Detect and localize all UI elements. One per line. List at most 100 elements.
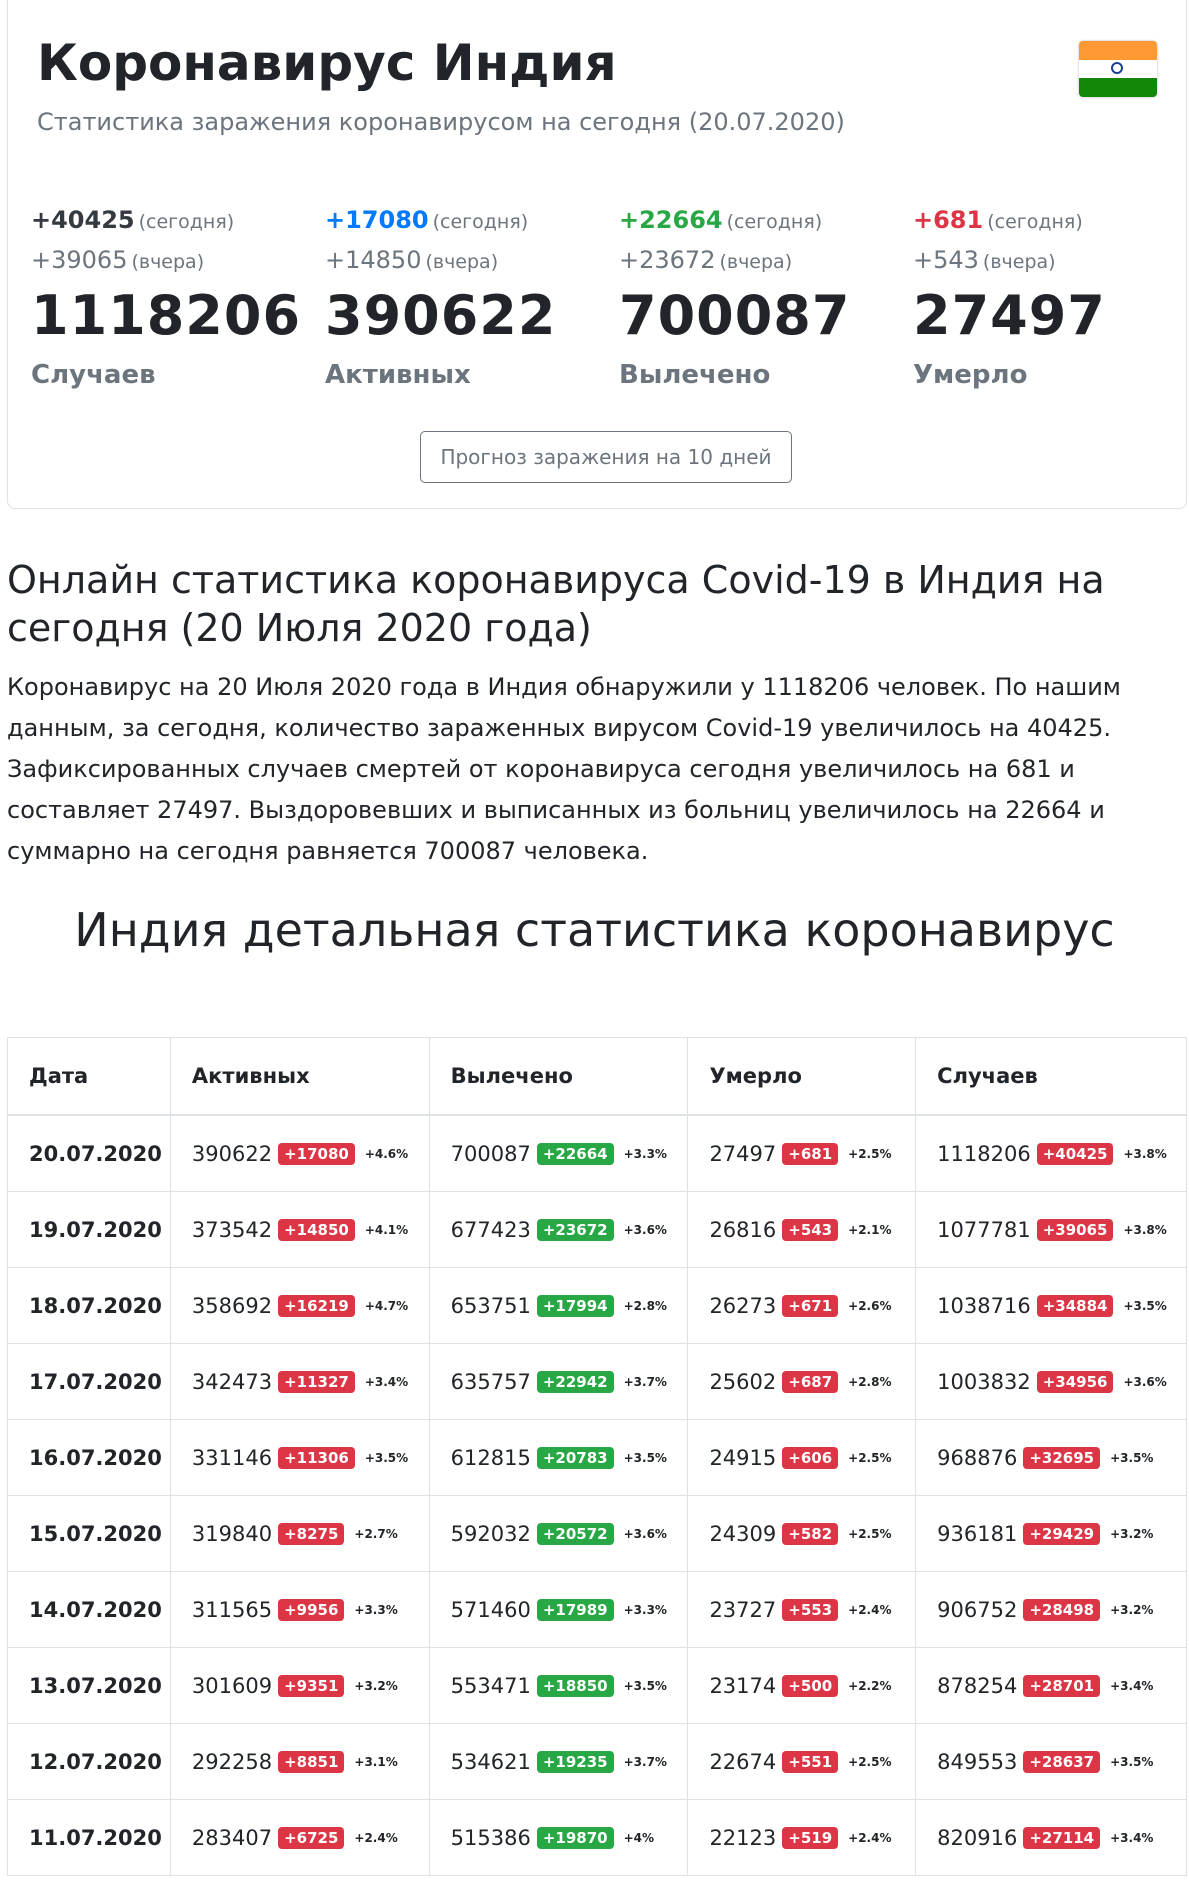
delta-badge: +20572 xyxy=(536,1523,614,1545)
article-text: Коронавирус на 20 Июля 2020 года в Индия… xyxy=(7,673,1121,865)
delta-badge: +681 xyxy=(782,1143,839,1165)
cell-value: 26273 xyxy=(709,1294,777,1318)
cell-value: 23174 xyxy=(709,1674,777,1698)
cell-value: 635757 xyxy=(450,1370,531,1394)
delta-badge: +687 xyxy=(782,1371,839,1393)
percent-change: +3.5% xyxy=(364,1451,409,1465)
cell-value: 515386 xyxy=(450,1826,531,1850)
stats-table: Дата Активных Вылечено Умерло Случаев 20… xyxy=(7,1037,1187,1876)
cell-recovered: 571460 +17989 +3.3% xyxy=(428,1571,689,1648)
cell-cases: 906752 +28498 +3.2% xyxy=(915,1571,1187,1648)
cell-value: 700087 xyxy=(450,1142,531,1166)
cell-value: 342473 xyxy=(191,1370,273,1394)
percent-change: +3.3% xyxy=(623,1147,667,1161)
cell-value: 592032 xyxy=(450,1522,531,1546)
percent-change: +3.5% xyxy=(1110,1755,1154,1769)
cell-deaths: 26816 +543 +2.1% xyxy=(687,1191,917,1268)
cell-active: 283407 +6725 +2.4% xyxy=(169,1799,430,1876)
delta-badge: +6725 xyxy=(278,1827,345,1849)
cell-cases: 1077781 +39065 +3.8% xyxy=(915,1191,1187,1268)
delta-badge: +671 xyxy=(782,1295,839,1317)
delta-badge: +11306 xyxy=(278,1447,355,1469)
cell-value: 677423 xyxy=(450,1218,531,1242)
cell-recovered: 515386 +19870 +4% xyxy=(428,1799,689,1876)
column-header-active: Активных xyxy=(169,1037,430,1116)
percent-change: +3.5% xyxy=(623,1679,667,1693)
cell-cases: 849553 +28637 +3.5% xyxy=(915,1723,1187,1800)
percent-change: +4.6% xyxy=(364,1147,409,1161)
percent-change: +2.6% xyxy=(848,1299,892,1313)
cell-deaths: 25602 +687 +2.8% xyxy=(687,1343,917,1420)
page-title: Коронавирус Индия xyxy=(37,34,617,92)
delta-badge: +17080 xyxy=(278,1143,355,1165)
percent-change: +4% xyxy=(623,1831,655,1845)
cell-cases: 820916 +27114 +3.4% xyxy=(915,1799,1187,1876)
cell-deaths: 22674 +551 +2.5% xyxy=(687,1723,917,1800)
delta-badge: +9351 xyxy=(278,1675,345,1697)
delta-badge: +23672 xyxy=(536,1219,614,1241)
cell-active: 292258 +8851 +3.1% xyxy=(169,1723,430,1800)
cell-recovered: 700087 +22664 +3.3% xyxy=(428,1114,689,1192)
stat-total: 700087 xyxy=(619,284,851,347)
cell-active: 331146 +11306 +3.5% xyxy=(169,1419,430,1496)
cell-active: 342473 +11327 +3.4% xyxy=(169,1343,430,1420)
cell-deaths: 27497 +681 +2.5% xyxy=(687,1114,917,1192)
cell-active: 373542 +14850 +4.1% xyxy=(169,1191,430,1268)
stat-today: +40425 (сегодня) xyxy=(31,206,235,234)
cell-value: 358692 xyxy=(191,1294,273,1318)
table-row: 13.07.2020 301609 +9351 +3.2% 553471 +18850 +3… xyxy=(7,1647,1187,1724)
table-row: 12.07.2020 292258 +8851 +3.1% 534621 +19235 +3… xyxy=(7,1723,1187,1800)
delta-badge: +27114 xyxy=(1023,1827,1101,1849)
cell-deaths: 22123 +519 +2.4% xyxy=(687,1799,917,1876)
cell-value: 27497 xyxy=(709,1142,777,1166)
delta-badge: +11327 xyxy=(278,1371,355,1393)
cell-date: 18.07.2020 xyxy=(7,1267,171,1344)
table-row: 17.07.2020 342473 +11327 +3.4% 635757 +22942 +… xyxy=(7,1343,1187,1420)
percent-change: +3.4% xyxy=(1110,1679,1154,1693)
table-body: 20.07.2020 390622 +17080 +4.6% 700087 +22664 +… xyxy=(7,1114,1187,1876)
cell-recovered: 612815 +20783 +3.5% xyxy=(428,1419,689,1496)
cell-value: 553471 xyxy=(450,1674,531,1698)
percent-change: +3.7% xyxy=(623,1755,667,1769)
delta-badge: +22942 xyxy=(536,1371,614,1393)
cell-date: 17.07.2020 xyxy=(7,1343,171,1420)
table-row: 15.07.2020 319840 +8275 +2.7% 592032 +20572 +3… xyxy=(7,1495,1187,1572)
cell-value: 25602 xyxy=(709,1370,777,1394)
delta-badge: +519 xyxy=(782,1827,839,1849)
cell-value: 571460 xyxy=(450,1598,531,1622)
cell-value: 22674 xyxy=(709,1750,777,1774)
cell-value: 22123 xyxy=(709,1826,777,1850)
percent-change: +3.6% xyxy=(623,1527,667,1541)
cell-value: 534621 xyxy=(450,1750,531,1774)
cell-value: 373542 xyxy=(191,1218,273,1242)
percent-change: +3.8% xyxy=(1123,1223,1167,1237)
cell-value: 936181 xyxy=(937,1522,1018,1546)
percent-change: +3.5% xyxy=(1110,1451,1154,1465)
cell-value: 1003832 xyxy=(937,1370,1031,1394)
delta-badge: +34956 xyxy=(1036,1371,1114,1393)
stat-yesterday: +39065 (вчера) xyxy=(31,246,205,274)
percent-change: +2.8% xyxy=(623,1299,667,1313)
stat-today: +22664 (сегодня) xyxy=(619,206,823,234)
stat-recovered: +22664 (сегодня) +23672 (вчера) 700087 Выл… xyxy=(619,200,889,390)
table-row: 14.07.2020 311565 +9956 +3.3% 571460 +17989 +3… xyxy=(7,1571,1187,1648)
column-header-cases: Случаев xyxy=(915,1037,1187,1116)
stat-yesterday: +543 (вчера) xyxy=(913,246,1056,274)
cell-value: 331146 xyxy=(191,1446,273,1470)
percent-change: +2.1% xyxy=(848,1223,892,1237)
india-flag-icon xyxy=(1079,41,1157,97)
delta-badge: +17994 xyxy=(536,1295,614,1317)
stat-label: Умерло xyxy=(913,360,1028,390)
delta-badge: +17989 xyxy=(536,1599,614,1621)
delta-badge: +34884 xyxy=(1036,1295,1114,1317)
percent-change: +3.2% xyxy=(354,1679,398,1693)
cell-date: 15.07.2020 xyxy=(7,1495,171,1572)
percent-change: +2.2% xyxy=(848,1679,892,1693)
cell-date: 19.07.2020 xyxy=(7,1191,171,1268)
percent-change: +3.1% xyxy=(354,1755,398,1769)
stat-label: Вылечено xyxy=(619,360,771,390)
article-heading: Онлайн статистика коронавируса Covid-19 … xyxy=(7,558,1105,650)
delta-badge: +32695 xyxy=(1023,1447,1101,1469)
delta-badge: +543 xyxy=(782,1219,839,1241)
forecast-button[interactable]: Прогноз заражения на 10 дней xyxy=(420,431,792,483)
